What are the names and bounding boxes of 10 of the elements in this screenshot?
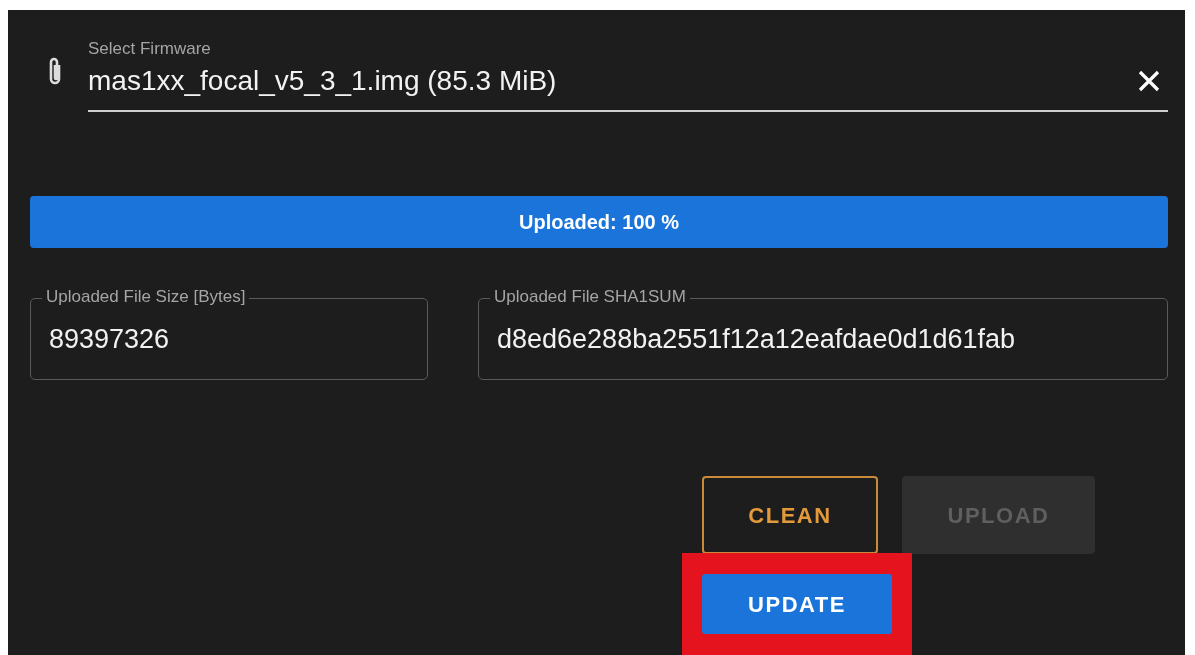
field-label: Select Firmware — [88, 38, 211, 60]
update-button[interactable]: UPDATE — [702, 574, 892, 634]
field-value: 89397326 — [49, 322, 170, 356]
close-icon[interactable] — [1138, 70, 1160, 92]
progress-label: Uploaded: 100 % — [517, 210, 680, 235]
file-name: mas1xx_focal_v5_3_1.img (85.3 MiB) — [88, 64, 557, 98]
field-label: Uploaded File Size [Bytes] — [42, 287, 250, 307]
field-value: d8ed6e288ba2551f12a12eafdae0d1d61fab — [497, 322, 1016, 356]
field-label: Uploaded File SHA1SUM — [490, 287, 690, 307]
firmware-field[interactable]: Select Firmware mas1xx_focal_v5_3_1.img (85.3 MiB) — [88, 38, 1168, 112]
